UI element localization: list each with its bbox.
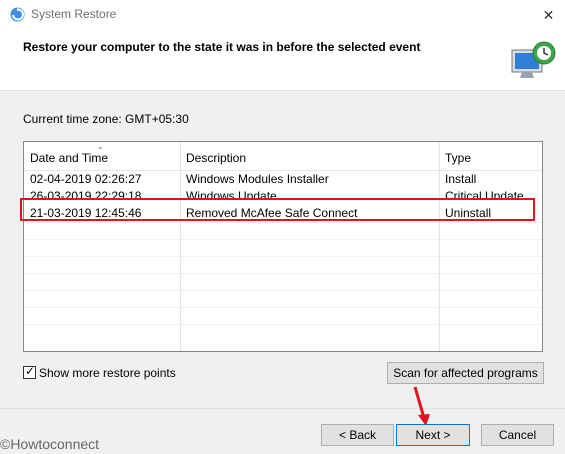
table-row[interactable]: 02-04-2019 02:26:27 Windows Modules Inst… [24,170,542,187]
list-header: ⌄ Date and Time Description Type [24,142,542,171]
system-restore-icon [10,7,25,22]
cell-description: Windows Modules Installer [186,172,329,186]
close-button[interactable]: ✕ [532,0,565,30]
show-more-label[interactable]: Show more restore points [39,366,176,380]
row-divider [24,324,542,325]
row-divider [24,273,542,274]
cell-date: 02-04-2019 02:26:27 [30,172,142,186]
column-header-date[interactable]: Date and Time [30,151,108,165]
header: Restore your computer to the state it wa… [0,30,565,90]
cell-type: Install [445,172,477,186]
row-divider [24,290,542,291]
restore-computer-icon [511,41,556,78]
window-title: System Restore [31,7,117,21]
footer-divider [0,408,565,409]
column-header-type[interactable]: Type [445,151,471,165]
check-icon: ✓ [25,364,36,378]
row-divider [24,256,542,257]
row-divider [24,222,542,223]
next-button[interactable]: Next > [396,424,470,446]
column-header-description[interactable]: Description [186,151,246,165]
restore-points-list[interactable]: ⌄ Date and Time Description Type 02-04-2… [23,141,543,352]
cancel-button[interactable]: Cancel [481,424,554,446]
timezone-label: Current time zone: GMT+05:30 [23,112,189,126]
show-more-checkbox[interactable]: ✓ [23,364,36,379]
red-arrow-icon [413,386,430,426]
row-divider [24,239,542,240]
sort-arrow-icon: ⌄ [97,142,104,151]
selected-row-highlight [20,198,535,221]
back-button[interactable]: < Back [321,424,394,446]
watermark: ©Howtoconnect [0,436,100,452]
scan-affected-programs-button[interactable]: Scan for affected programs [387,362,544,384]
header-divider [0,90,565,91]
page-title: Restore your computer to the state it wa… [23,40,421,54]
title-bar: System Restore ✕ [0,0,565,30]
row-divider [24,307,542,308]
